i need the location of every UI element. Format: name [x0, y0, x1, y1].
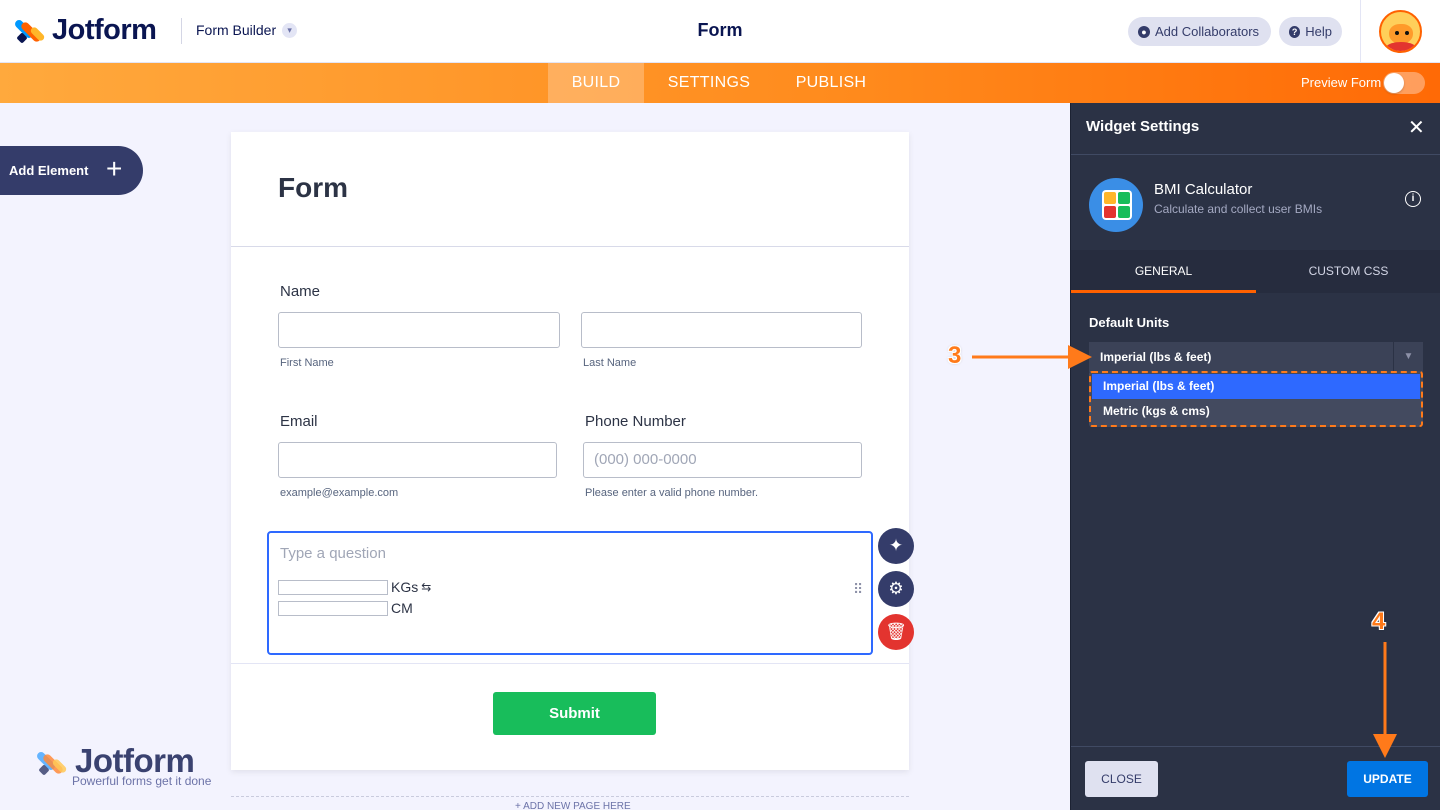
- avatar-eye: [1395, 31, 1399, 35]
- top-header: Jotform Form Builder ▾ Form ● Add Collab…: [0, 0, 1440, 63]
- gear-icon: ⚙: [888, 579, 904, 598]
- plus-icon: +: [106, 153, 123, 184]
- close-icon[interactable]: ✕: [1408, 115, 1425, 140]
- default-units-label: Default Units: [1089, 315, 1170, 330]
- swap-units-icon[interactable]: ⇆: [421, 580, 431, 594]
- units-dropdown-list: Imperial (lbs & feet) Metric (kgs & cms): [1089, 371, 1423, 427]
- widget-description: Calculate and collect user BMIs: [1154, 202, 1323, 216]
- drag-handle-icon[interactable]: ⠿: [853, 582, 863, 596]
- weight-row: KGs ⇆: [278, 579, 431, 595]
- phone-sublabel: Please enter a valid phone number.: [585, 487, 759, 499]
- avatar-eye: [1405, 31, 1409, 35]
- email-sublabel: example@example.com: [280, 487, 399, 499]
- tab-custom-css[interactable]: CUSTOM CSS: [1256, 250, 1440, 293]
- jotform-watermark-icon: [35, 748, 68, 778]
- selected-unit: Imperial (lbs & feet): [1100, 350, 1212, 364]
- add-collaborators-button[interactable]: ● Add Collaborators: [1128, 17, 1271, 46]
- panel-footer-divider: [1071, 746, 1440, 747]
- name-label: Name: [280, 283, 321, 300]
- delete-button[interactable]: 🗑: [878, 614, 914, 650]
- phone-label: Phone Number: [585, 413, 686, 430]
- user-icon: ●: [1138, 25, 1150, 38]
- height-unit: CM: [391, 600, 413, 616]
- weight-unit: KGs: [391, 579, 419, 595]
- close-button[interactable]: CLOSE: [1085, 761, 1158, 797]
- height-row: CM: [278, 600, 413, 616]
- tab-settings[interactable]: SETTINGS: [654, 63, 764, 103]
- submit-button[interactable]: Submit: [493, 692, 656, 735]
- bmi-widget-field[interactable]: Type a question KGs ⇆ CM ⠿: [267, 531, 873, 655]
- magic-wand-button[interactable]: ✦: [878, 528, 914, 564]
- watermark-tagline: Powerful forms get it done: [72, 774, 212, 788]
- magic-wand-icon: ✦: [888, 536, 904, 555]
- jotform-logo[interactable]: Jotform: [13, 14, 157, 47]
- avatar[interactable]: [1379, 10, 1422, 53]
- toggle-knob: [1384, 73, 1404, 93]
- height-input[interactable]: [278, 600, 388, 616]
- update-button[interactable]: UPDATE: [1347, 761, 1428, 797]
- tab-build[interactable]: BUILD: [548, 63, 644, 103]
- builder-nav: BUILD SETTINGS PUBLISH Preview Form: [0, 63, 1440, 103]
- widget-name: BMI Calculator: [1154, 181, 1253, 198]
- header-divider: [181, 18, 182, 44]
- info-icon[interactable]: i: [1405, 191, 1421, 207]
- help-button[interactable]: ? Help: [1279, 17, 1342, 46]
- panel-title: Widget Settings: [1086, 118, 1200, 135]
- form-builder-dropdown[interactable]: Form Builder ▾: [196, 22, 298, 38]
- help-label: Help: [1305, 24, 1332, 39]
- panel-header: Widget Settings ✕: [1071, 103, 1440, 155]
- option-metric[interactable]: Metric (kgs & cms): [1092, 399, 1420, 424]
- add-element-button[interactable]: Add Element +: [0, 146, 143, 195]
- bmi-calculator-icon: [1089, 178, 1143, 232]
- add-new-page-link[interactable]: + ADD NEW PAGE HERE: [511, 801, 635, 810]
- heading-divider: [231, 246, 909, 247]
- form-card: Form Name First Name Last Name Email exa…: [231, 132, 914, 770]
- weight-input[interactable]: [278, 579, 388, 595]
- add-new-page-divider: + ADD NEW PAGE HERE: [231, 796, 909, 810]
- first-name-sublabel: First Name: [280, 357, 334, 369]
- option-imperial[interactable]: Imperial (lbs & feet): [1092, 374, 1420, 399]
- submit-divider: [231, 663, 909, 664]
- header-separator: [1360, 0, 1361, 63]
- logo-text: Jotform: [52, 14, 157, 46]
- chevron-down-icon: ▾: [282, 22, 298, 38]
- avatar-face: [1389, 24, 1413, 44]
- trash-icon: 🗑: [885, 622, 907, 641]
- preview-form-toggle[interactable]: [1383, 72, 1425, 94]
- default-units-select[interactable]: Imperial (lbs & feet) ▼: [1089, 342, 1423, 372]
- panel-tabs: GENERAL CUSTOM CSS: [1071, 250, 1440, 293]
- last-name-input[interactable]: [581, 312, 862, 348]
- widget-settings-panel: Widget Settings ✕ BMI Calculator Calcula…: [1070, 103, 1440, 810]
- form-builder-label: Form Builder: [196, 22, 277, 38]
- calculator-icon: [1102, 190, 1132, 220]
- email-input[interactable]: [278, 442, 557, 478]
- add-collaborators-label: Add Collaborators: [1155, 24, 1260, 39]
- tab-general[interactable]: GENERAL: [1071, 250, 1256, 293]
- form-heading[interactable]: Form: [278, 172, 348, 204]
- step-3-label: 3: [948, 342, 962, 369]
- add-element-label: Add Element: [9, 163, 89, 178]
- last-name-sublabel: Last Name: [583, 357, 637, 369]
- step-4-label: 4: [1372, 608, 1386, 635]
- dropdown-arrow-icon[interactable]: ▼: [1393, 342, 1423, 372]
- first-name-input[interactable]: [278, 312, 560, 348]
- email-label: Email: [280, 413, 318, 430]
- tab-publish[interactable]: PUBLISH: [786, 63, 876, 103]
- avatar-cape: [1385, 42, 1417, 51]
- jotform-logo-icon: [13, 16, 46, 46]
- phone-input[interactable]: (000) 000-0000: [583, 442, 862, 478]
- question-icon: ?: [1289, 25, 1301, 38]
- settings-button[interactable]: ⚙: [878, 571, 914, 607]
- question-placeholder[interactable]: Type a question: [280, 545, 386, 562]
- form-title-header[interactable]: Form: [698, 20, 743, 40]
- preview-form-label: Preview Form: [1301, 75, 1382, 90]
